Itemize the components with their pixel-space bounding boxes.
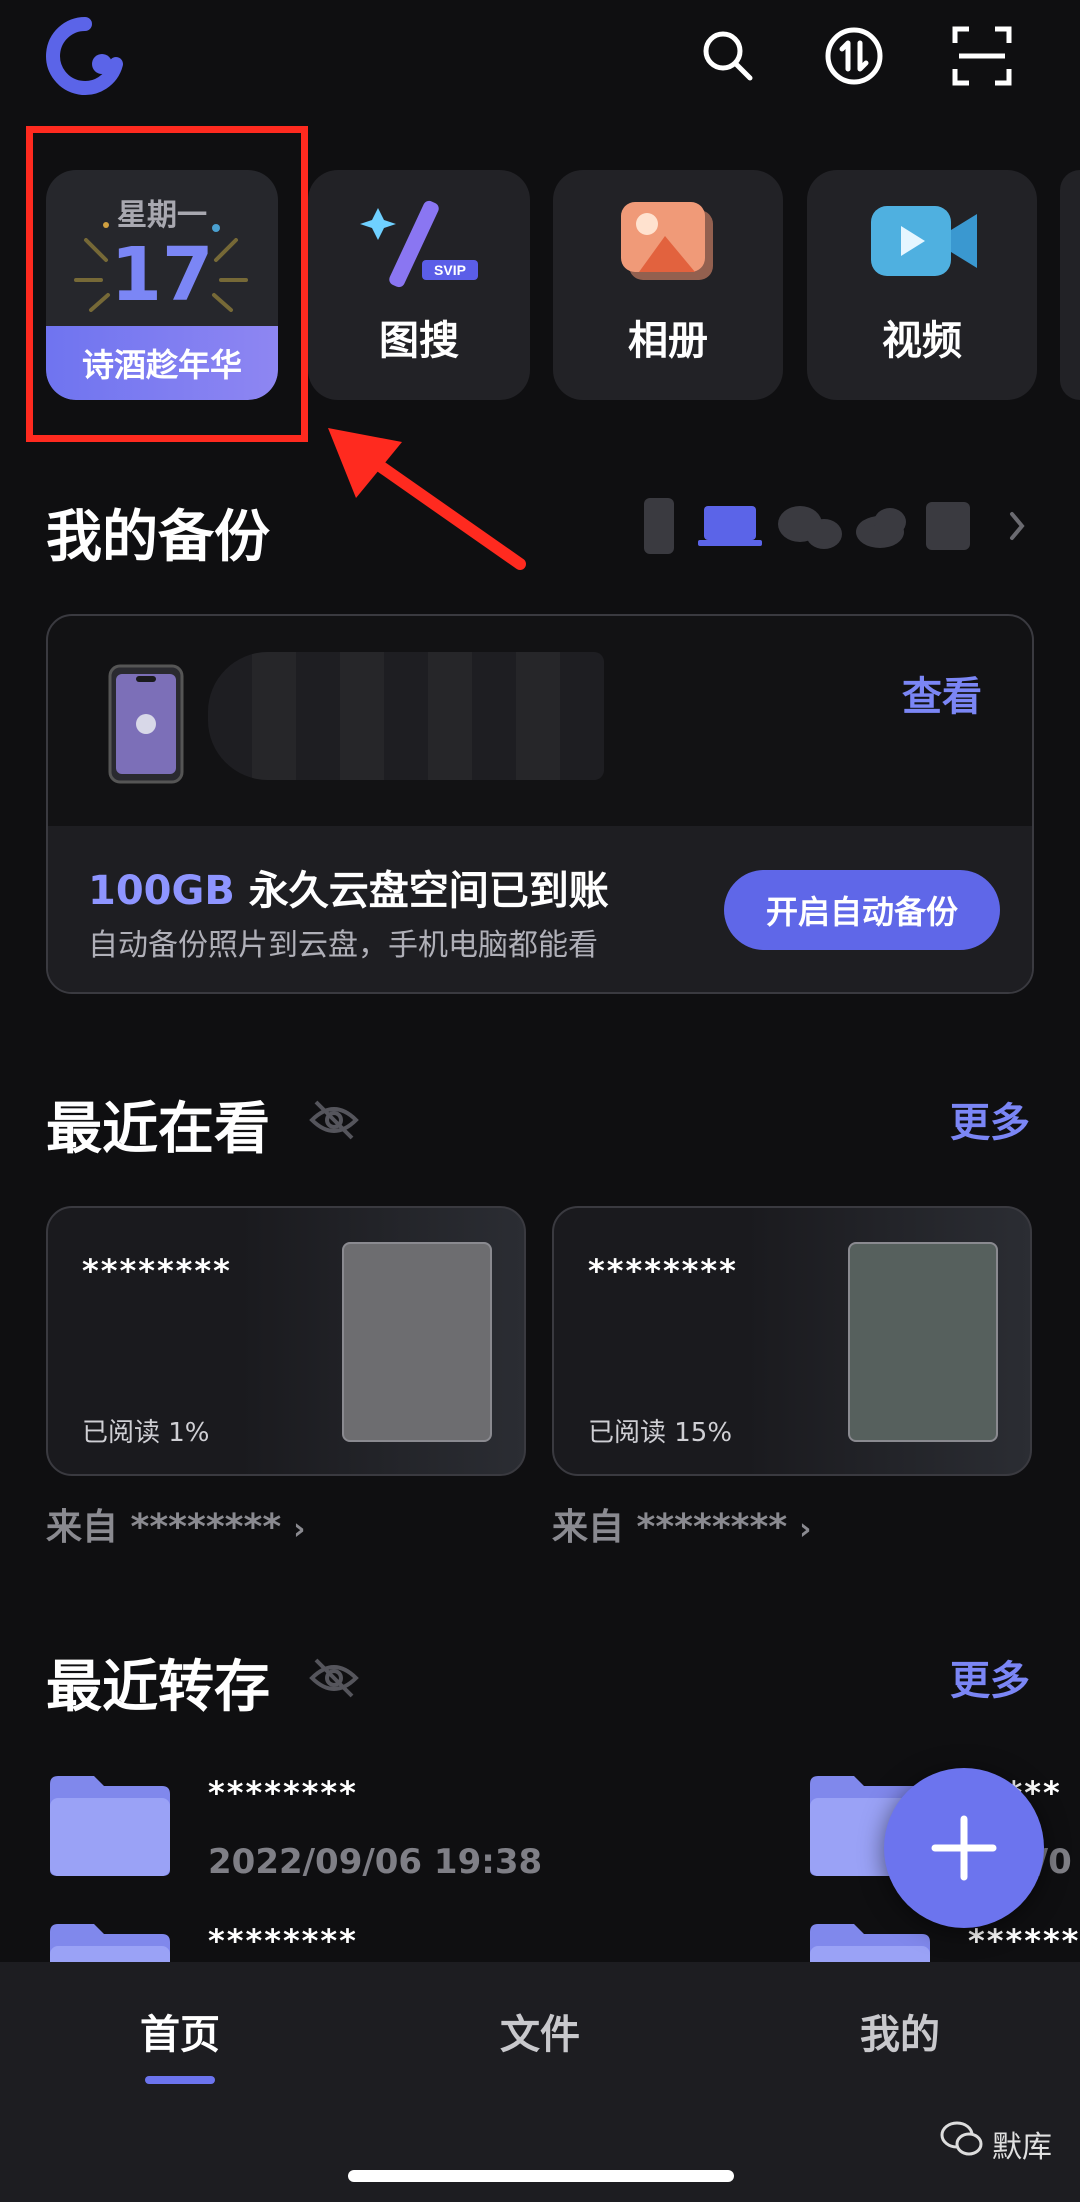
nav-home[interactable]: 首页 — [80, 2002, 280, 2060]
recent-saved-title: 最近转存 — [46, 1655, 270, 1720]
phone-icon — [108, 664, 184, 784]
home-indicator — [348, 2170, 734, 2182]
highlight-box — [26, 126, 308, 442]
backup-device-icons[interactable] — [640, 496, 1030, 556]
chevron-right-icon: › — [293, 1512, 306, 1547]
eye-off-icon[interactable] — [308, 1656, 360, 1700]
read-card-source[interactable]: 来自 ******** › — [46, 1498, 306, 1550]
read-card-thumbnail — [342, 1242, 492, 1442]
recent-read-card[interactable]: ******** 已阅读 1% — [46, 1206, 526, 1476]
tile-partial[interactable] — [1060, 170, 1080, 400]
video-icon — [871, 206, 977, 276]
enable-auto-backup-button[interactable]: 开启自动备份 — [724, 870, 1000, 950]
read-card-progress: 已阅读 1% — [82, 1418, 210, 1448]
promo-title: 100GB 永久云盘空间已到账 — [88, 858, 609, 916]
file-name[interactable]: ****** — [968, 1922, 1080, 1960]
watermark-text: 默库 — [992, 2130, 1052, 2165]
read-card-title: ******** — [588, 1252, 738, 1290]
file-date: 2022/09/06 19:38 — [208, 1842, 543, 1882]
recent-view-more[interactable]: 更多 — [950, 1090, 1030, 1148]
wechat-icon — [940, 2121, 983, 2156]
image-search-icon: SVIP — [360, 200, 478, 288]
read-card-source[interactable]: 来自 ******** › — [552, 1498, 812, 1550]
source-text: 来自 ******** — [46, 1507, 282, 1548]
file-name[interactable]: ******** — [208, 1922, 358, 1960]
source-text: 来自 ******** — [552, 1507, 788, 1548]
folder-icon — [50, 1776, 170, 1876]
read-card-title: ******** — [82, 1252, 232, 1290]
tile-album[interactable]: 相册 — [553, 170, 783, 400]
tile-label: 图搜 — [379, 318, 459, 364]
eye-off-icon[interactable] — [308, 1098, 360, 1142]
backup-promo: 100GB 永久云盘空间已到账 自动备份照片到云盘，手机电脑都能看 开启自动备份 — [48, 826, 1032, 992]
nav-files[interactable]: 文件 — [440, 2002, 640, 2060]
promo-subtitle: 自动备份照片到云盘，手机电脑都能看 — [88, 928, 598, 963]
recent-read-card[interactable]: ******** 已阅读 15% — [552, 1206, 1032, 1476]
search-icon[interactable] — [692, 20, 764, 92]
recent-saved-more[interactable]: 更多 — [950, 1648, 1030, 1706]
backup-section-title: 我的备份 — [46, 505, 270, 570]
backup-view-link[interactable]: 查看 — [902, 664, 982, 722]
recent-view-title: 最近在看 — [46, 1097, 270, 1162]
add-button[interactable] — [884, 1768, 1044, 1928]
svip-badge: SVIP — [434, 262, 466, 278]
tile-video[interactable]: 视频 — [807, 170, 1037, 400]
tile-label: 视频 — [882, 318, 962, 364]
promo-title-text: 永久云盘空间已到账 — [234, 868, 609, 914]
promo-highlight: 100GB — [88, 868, 235, 914]
backup-card: 查看 100GB 永久云盘空间已到账 自动备份照片到云盘，手机电脑都能看 开启自… — [46, 614, 1034, 994]
nav-active-indicator — [145, 2076, 215, 2084]
red-arrow-annotation — [328, 428, 526, 570]
read-card-progress: 已阅读 15% — [588, 1418, 733, 1448]
transfer-icon[interactable] — [818, 20, 890, 92]
tile-label: 相册 — [628, 318, 708, 364]
app-logo — [40, 16, 130, 96]
read-card-thumbnail — [848, 1242, 998, 1442]
scan-icon[interactable] — [946, 20, 1018, 92]
chevron-right-icon: › — [799, 1512, 812, 1547]
nav-me[interactable]: 我的 — [800, 2002, 1000, 2060]
device-name-redacted — [208, 652, 604, 780]
plus-icon — [931, 1815, 997, 1881]
bottom-nav: 首页 文件 我的 默库 — [0, 1962, 1080, 2202]
album-icon — [621, 202, 713, 280]
tile-image-search[interactable]: SVIP 图搜 — [308, 170, 530, 400]
file-name[interactable]: ******** — [208, 1774, 358, 1812]
